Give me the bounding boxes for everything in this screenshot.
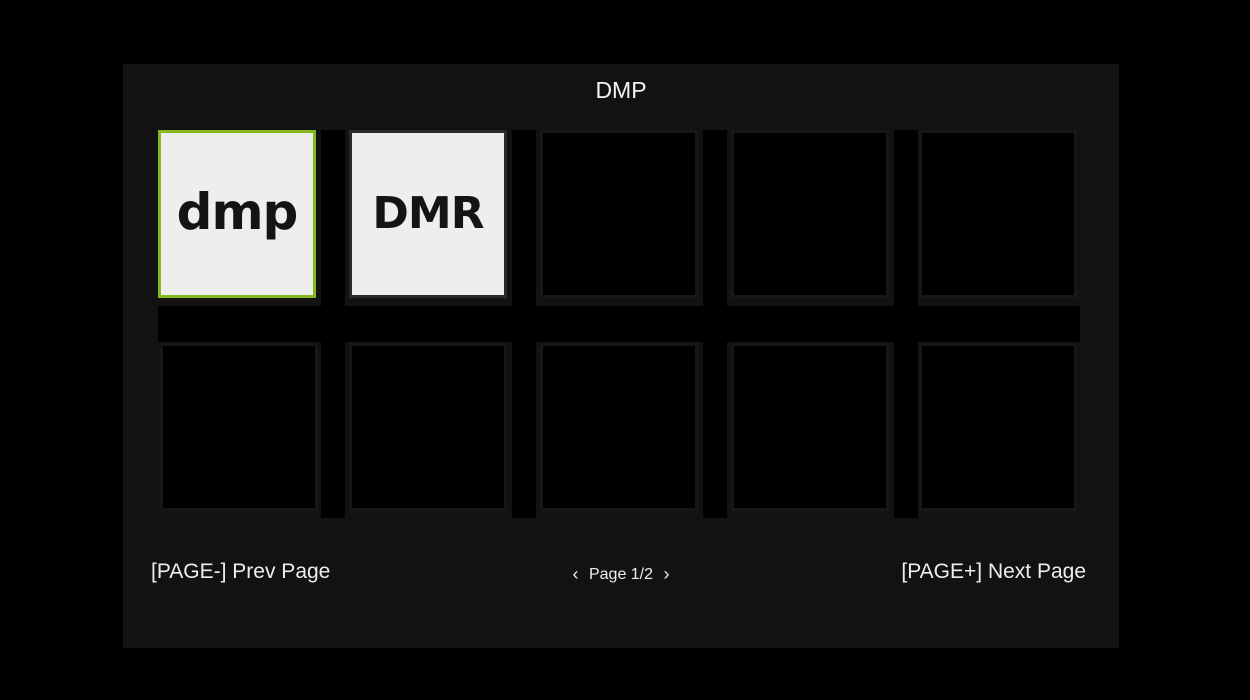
column-divider [894,130,918,518]
dmp-logo: dmp [176,183,299,241]
empty-tile[interactable] [919,343,1077,511]
chevron-left-icon[interactable]: ‹ [567,564,585,585]
chevron-right-icon[interactable]: › [657,564,675,585]
empty-tile[interactable] [540,343,698,511]
column-divider [703,130,727,518]
window-title: DMP [595,77,647,103]
next-page-button[interactable]: [PAGE+] Next Page [901,560,1086,584]
empty-tile[interactable] [349,343,507,511]
row-divider [158,306,1080,342]
app-launcher-panel: DMP dmp DMR [PAGE-] Prev Page ‹ Page 1/2… [123,64,1119,648]
page-number-label: Page 1/2 [588,565,654,583]
empty-tile[interactable] [731,130,889,298]
app-tile-dmp[interactable]: dmp [158,130,316,298]
empty-tile[interactable] [540,130,698,298]
empty-tile[interactable] [160,343,318,511]
column-divider [512,130,536,518]
column-divider [321,130,345,518]
dmr-logo: DMR [372,188,484,239]
app-tile-dmr[interactable]: DMR [349,130,507,298]
empty-tile[interactable] [919,130,1077,298]
empty-tile[interactable] [731,343,889,511]
